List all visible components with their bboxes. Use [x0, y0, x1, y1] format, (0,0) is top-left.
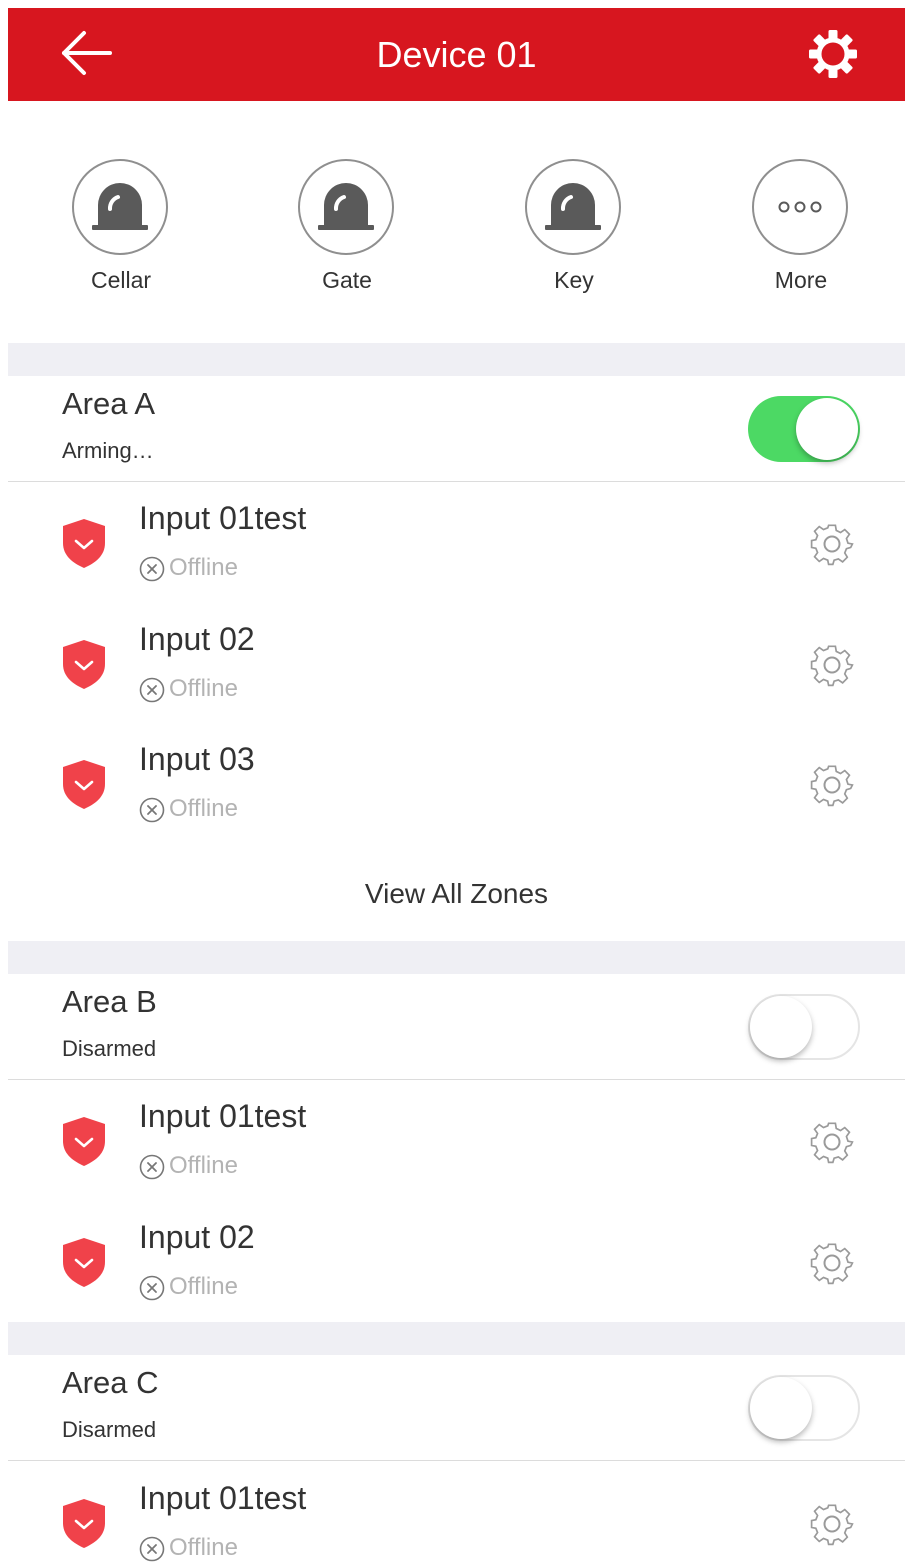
area-name: Area C — [62, 1365, 159, 1400]
view-all-zones-button[interactable]: View All Zones — [8, 849, 905, 939]
zone-settings-button[interactable] — [806, 759, 858, 811]
app-header: Device 01 — [8, 8, 905, 101]
shield-icon — [63, 1238, 105, 1287]
zone-name: Input 03 — [139, 741, 255, 777]
toggle-knob — [750, 1377, 812, 1439]
offline-x-icon — [139, 1536, 165, 1562]
zone-name: Input 01test — [139, 1098, 307, 1134]
zone-name: Input 02 — [139, 621, 255, 657]
siren-icon — [318, 183, 374, 230]
shortcut-label: Gate — [322, 267, 372, 293]
toggle-knob — [750, 996, 812, 1058]
zone-row[interactable]: Input 01test Offline — [8, 1080, 905, 1200]
area-status: Disarmed — [62, 1036, 157, 1061]
offline-x-icon — [139, 797, 165, 823]
offline-x-icon — [139, 677, 165, 703]
gear-outline-icon — [810, 1504, 854, 1546]
section-divider — [8, 941, 905, 974]
zone-settings-button[interactable] — [806, 1116, 858, 1168]
shortcut-label: Cellar — [90, 267, 152, 293]
area-name: Area A — [62, 386, 156, 421]
area-header-a: Area A Arming… — [8, 376, 905, 482]
zone-status-text: Offline — [169, 675, 238, 702]
area-header-c: Area C Disarmed — [8, 1355, 905, 1461]
gear-outline-icon — [810, 645, 854, 687]
arm-toggle[interactable] — [748, 994, 860, 1060]
shortcut-key[interactable]: Key — [499, 159, 649, 309]
shield-icon — [63, 760, 105, 809]
zone-row[interactable]: Input 02 Offline — [8, 1201, 905, 1321]
shortcut-bar: Cellar Gate Key More — [8, 101, 905, 343]
section-divider — [8, 343, 905, 376]
zone-row[interactable]: Input 01test Offline — [8, 1462, 905, 1567]
shield-icon — [63, 1499, 105, 1548]
zone-status-text: Offline — [169, 554, 238, 581]
zone-row[interactable]: Input 03 Offline — [8, 723, 905, 843]
gear-outline-icon — [810, 1122, 854, 1164]
zone-name: Input 01test — [139, 1480, 307, 1516]
gear-icon — [809, 30, 857, 78]
zone-settings-button[interactable] — [806, 1237, 858, 1289]
section-divider — [8, 1322, 905, 1355]
device-screen: Device 01 Cellar Gate Key More Area A Ar… — [8, 8, 905, 1567]
gear-outline-icon — [810, 524, 854, 566]
area-status: Arming… — [62, 438, 154, 463]
more-dots-icon — [778, 201, 822, 213]
gear-outline-icon — [810, 1243, 854, 1285]
arm-toggle[interactable] — [748, 396, 860, 462]
shortcut-label: Key — [554, 267, 594, 293]
zone-name: Input 02 — [139, 1219, 255, 1255]
zone-status-text: Offline — [169, 1273, 238, 1300]
area-status: Disarmed — [62, 1417, 157, 1442]
arm-toggle[interactable] — [748, 1375, 860, 1441]
shortcut-gate[interactable]: Gate — [272, 159, 422, 309]
offline-x-icon — [139, 1275, 165, 1301]
area-header-b: Area B Disarmed — [8, 974, 905, 1080]
area-name: Area B — [62, 984, 157, 1019]
zone-status-text: Offline — [169, 795, 238, 822]
page-title: Device 01 — [376, 34, 537, 75]
shield-icon — [63, 640, 105, 689]
device-settings-button[interactable] — [807, 28, 859, 80]
shield-icon — [63, 1117, 105, 1166]
zone-row[interactable]: Input 02 Offline — [8, 603, 905, 723]
offline-x-icon — [139, 556, 165, 582]
zone-name: Input 01test — [139, 500, 307, 536]
zone-status-text: Offline — [169, 1534, 238, 1561]
zone-status-text: Offline — [169, 1152, 238, 1179]
shortcut-label: More — [774, 267, 828, 293]
zone-settings-button[interactable] — [806, 1498, 858, 1550]
shield-icon — [63, 519, 105, 568]
zone-settings-button[interactable] — [806, 518, 858, 570]
zone-settings-button[interactable] — [806, 639, 858, 691]
siren-icon — [545, 183, 601, 230]
toggle-knob — [796, 398, 858, 460]
zone-row[interactable]: Input 01test Offline — [8, 482, 905, 602]
offline-x-icon — [139, 1154, 165, 1180]
siren-icon — [92, 183, 148, 230]
shortcut-more[interactable]: More — [726, 159, 876, 309]
gear-outline-icon — [810, 765, 854, 807]
shortcut-cellar[interactable]: Cellar — [46, 159, 196, 309]
